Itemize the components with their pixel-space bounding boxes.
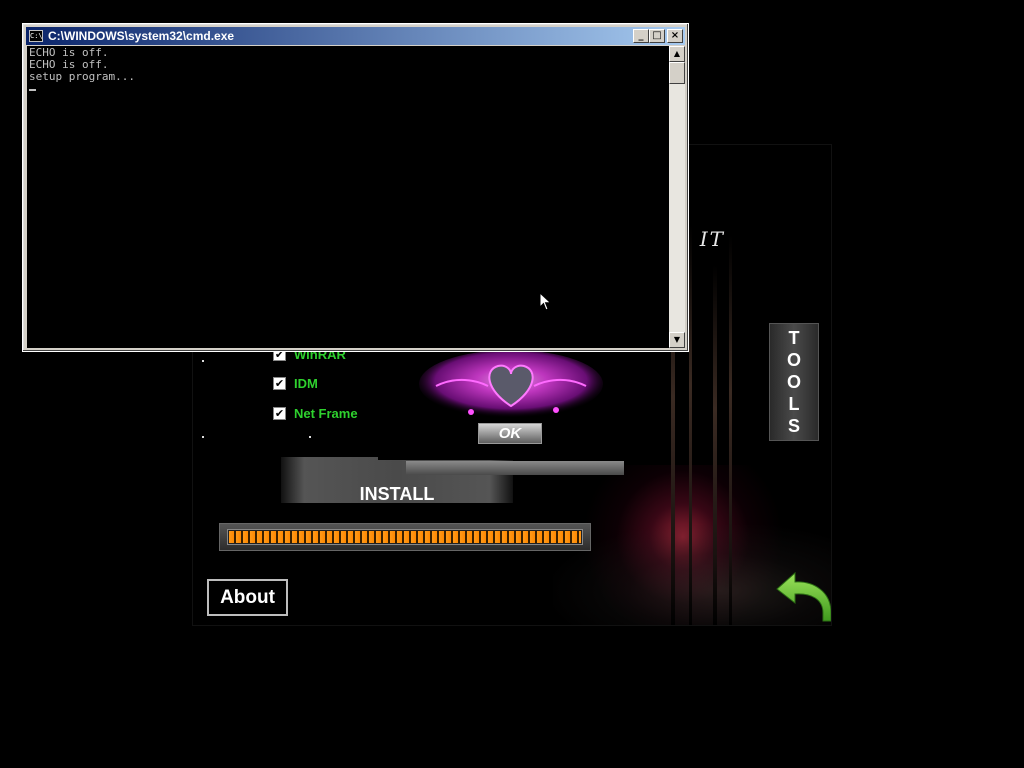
option-idm[interactable]: ✔ IDM: [273, 376, 318, 391]
console-line: ECHO is off.: [29, 46, 109, 59]
tools-letter: L: [788, 394, 800, 414]
scroll-up-button[interactable]: ▲: [669, 46, 685, 62]
maximize-button[interactable]: □: [649, 29, 665, 43]
background-streak: [729, 235, 732, 625]
window-title: C:\WINDOWS\system32\cmd.exe: [48, 29, 235, 43]
option-net-frame[interactable]: ✔ Net Frame: [273, 406, 358, 421]
mouse-pointer-icon: [539, 292, 552, 311]
scroll-thumb[interactable]: [669, 62, 685, 84]
console-line: setup program...: [29, 70, 135, 83]
message-dialog: OK: [378, 340, 670, 460]
cmd-icon: C:\: [29, 30, 43, 42]
tools-letter: S: [787, 416, 800, 436]
tools-button[interactable]: T O O L S: [769, 323, 819, 441]
console-prompt: [29, 83, 667, 95]
tools-letter: T: [788, 328, 800, 348]
cmd-titlebar[interactable]: C:\ C:\WINDOWS\system32\cmd.exe _ □ ×: [26, 27, 685, 45]
heart-emblem-icon: [419, 350, 603, 418]
checkbox[interactable]: ✔: [273, 407, 286, 420]
dialog-bottom-bar: [406, 461, 624, 475]
option-label: IDM: [294, 376, 318, 391]
tools-letter: O: [786, 372, 801, 392]
vertical-scrollbar[interactable]: ▲ ▼: [669, 46, 685, 348]
minimize-button[interactable]: _: [633, 29, 649, 43]
ok-button[interactable]: OK: [478, 423, 542, 444]
decor-dot: [202, 436, 204, 438]
decor-dot: [202, 360, 204, 362]
decor-dot: [309, 436, 311, 438]
checkbox[interactable]: ✔: [273, 377, 286, 390]
about-button[interactable]: About: [207, 579, 288, 616]
background-streak: [713, 265, 717, 625]
console-output[interactable]: ECHO is off. ECHO is off. setup program...: [27, 46, 669, 348]
cmd-window[interactable]: C:\ C:\WINDOWS\system32\cmd.exe _ □ × EC…: [22, 23, 689, 352]
window-controls: _ □ ×: [633, 29, 683, 43]
background-streak: [689, 225, 692, 625]
option-label: Net Frame: [294, 406, 358, 421]
install-label: INSTALL: [359, 484, 435, 503]
text-cursor: [29, 89, 36, 91]
progress-track: [227, 529, 583, 545]
brand-text: , IT: [683, 227, 725, 251]
back-arrow-icon[interactable]: [773, 569, 832, 623]
close-button[interactable]: ×: [667, 29, 683, 43]
progress-fill: [229, 531, 581, 543]
install-progress-bar: [219, 523, 591, 551]
tools-letter: O: [786, 350, 801, 370]
scroll-down-button[interactable]: ▼: [669, 332, 685, 348]
